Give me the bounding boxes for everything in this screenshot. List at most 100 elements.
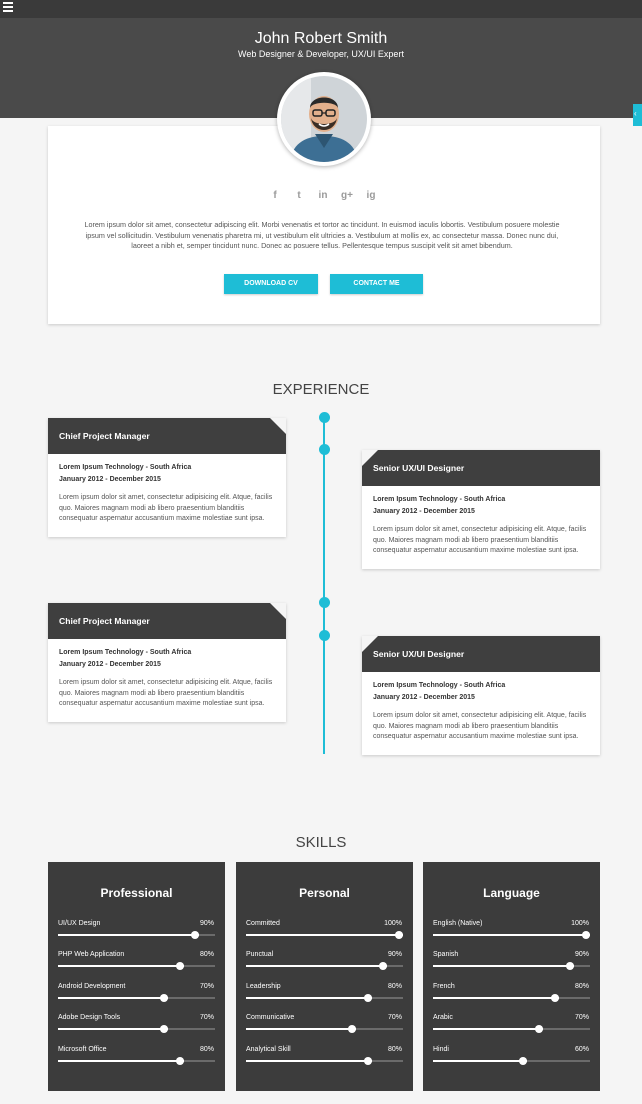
job-company: Lorem Ipsum Technology - South Africa bbox=[373, 682, 506, 689]
skill-slider-fill bbox=[433, 965, 575, 967]
twitter-icon[interactable]: t bbox=[292, 188, 306, 202]
job-company: Lorem Ipsum Technology - South Africa bbox=[59, 464, 192, 471]
contact-me-button[interactable]: CONTACT ME bbox=[330, 274, 423, 294]
skill-percent: 90% bbox=[387, 951, 402, 958]
job-dates: January 2012 - December 2015 bbox=[373, 508, 475, 515]
skill-row: Analytical Skill 80% bbox=[246, 1046, 403, 1066]
hamburger-menu-icon[interactable] bbox=[3, 2, 13, 12]
job-company: Lorem Ipsum Technology - South Africa bbox=[59, 649, 192, 656]
skill-card-language: Language English (Native) 100% Spanish 90% Fr… bbox=[423, 862, 600, 1091]
skill-card-personal: Personal Committed 100% Punctual 90% Leadersh… bbox=[236, 862, 413, 1091]
job-dates: January 2012 - December 2015 bbox=[59, 476, 161, 483]
skill-slider-knob[interactable] bbox=[395, 931, 403, 939]
skill-slider-knob[interactable] bbox=[175, 962, 184, 970]
skill-percent: 80% bbox=[387, 983, 402, 990]
skill-percent: 80% bbox=[387, 1046, 402, 1053]
google-plus-icon[interactable]: g+ bbox=[340, 188, 354, 202]
chevron-left-icon: ‹ bbox=[634, 109, 637, 118]
skill-name: Adobe Design Tools bbox=[58, 1014, 121, 1021]
skill-slider-knob[interactable] bbox=[363, 1057, 372, 1065]
skill-card-professional: Professional UI/UX Design 90% PHP Web Appli… bbox=[48, 862, 225, 1091]
job-title: Senior UX/UI Designer bbox=[362, 636, 600, 672]
skill-row: French 80% bbox=[433, 983, 590, 1003]
avatar bbox=[277, 72, 371, 166]
skill-row: Microsoft Office 80% bbox=[58, 1046, 215, 1066]
skill-row: English (Native) 100% bbox=[433, 920, 590, 940]
skill-slider-fill bbox=[246, 997, 372, 999]
skill-percent: 100% bbox=[384, 920, 402, 927]
skill-slider-knob[interactable] bbox=[582, 931, 590, 939]
skill-group-title: Personal bbox=[299, 886, 350, 900]
instagram-icon[interactable]: ig bbox=[364, 188, 378, 202]
skill-row: PHP Web Application 80% bbox=[58, 951, 215, 971]
skill-slider-fill bbox=[433, 934, 590, 936]
skill-slider-fill bbox=[246, 1060, 372, 1062]
skill-slider-track bbox=[58, 1025, 215, 1033]
skill-slider-fill bbox=[433, 1060, 528, 1062]
skill-slider-track bbox=[433, 1057, 590, 1065]
skill-percent: 100% bbox=[571, 920, 589, 927]
job-description: Lorem ipsum dolor sit amet, consectetur … bbox=[59, 494, 273, 523]
skill-row: Android Development 70% bbox=[58, 983, 215, 1003]
skill-slider-knob[interactable] bbox=[191, 931, 200, 939]
skill-slider-track bbox=[433, 962, 590, 970]
skill-group-title: Language bbox=[483, 886, 540, 900]
skill-slider-knob[interactable] bbox=[550, 994, 559, 1002]
skill-group-title: Professional bbox=[100, 886, 173, 900]
skill-slider-fill bbox=[246, 934, 403, 936]
skill-percent: 70% bbox=[199, 983, 214, 990]
skill-name: French bbox=[433, 983, 455, 990]
skill-name: Analytical Skill bbox=[246, 1046, 291, 1053]
skill-slider-fill bbox=[433, 1028, 543, 1030]
skill-row: Punctual 90% bbox=[246, 951, 403, 971]
skill-slider-fill bbox=[58, 965, 184, 967]
skill-slider-fill bbox=[58, 1060, 184, 1062]
skill-slider-fill bbox=[58, 997, 168, 999]
experience-card: Chief Project Manager Lorem Ipsum Techno… bbox=[48, 418, 286, 537]
timeline-line bbox=[323, 418, 325, 754]
skill-slider-knob[interactable] bbox=[347, 1025, 356, 1033]
skill-slider-track bbox=[433, 931, 590, 939]
skill-slider-knob[interactable] bbox=[175, 1057, 184, 1065]
skill-slider-fill bbox=[58, 934, 200, 936]
skill-name: Leadership bbox=[246, 983, 281, 990]
skill-percent: 90% bbox=[574, 951, 589, 958]
skill-slider-fill bbox=[246, 1028, 356, 1030]
linkedin-icon[interactable]: in bbox=[316, 188, 330, 202]
skill-slider-knob[interactable] bbox=[566, 962, 575, 970]
skill-percent: 90% bbox=[199, 920, 214, 927]
skills-heading: SKILLS bbox=[295, 834, 347, 851]
skill-percent: 70% bbox=[387, 1014, 402, 1021]
skill-slider-knob[interactable] bbox=[534, 1025, 543, 1033]
skill-row: Committed 100% bbox=[246, 920, 403, 940]
job-description: Lorem ipsum dolor sit amet, consectetur … bbox=[373, 526, 587, 555]
skill-slider-fill bbox=[58, 1028, 168, 1030]
skill-slider-track bbox=[58, 962, 215, 970]
job-dates: January 2012 - December 2015 bbox=[59, 661, 161, 668]
job-title: Chief Project Manager bbox=[48, 603, 286, 639]
skill-name: Hindi bbox=[433, 1046, 449, 1053]
job-company: Lorem Ipsum Technology - South Africa bbox=[373, 496, 506, 503]
skill-slider-knob[interactable] bbox=[519, 1057, 528, 1065]
experience-card: Senior UX/UI Designer Lorem Ipsum Techno… bbox=[362, 450, 600, 569]
download-cv-button[interactable]: DOWNLOAD CV bbox=[224, 274, 318, 294]
skill-name: PHP Web Application bbox=[58, 951, 125, 958]
skill-percent: 70% bbox=[574, 1014, 589, 1021]
skill-name: English (Native) bbox=[433, 920, 483, 927]
skill-slider-knob[interactable] bbox=[379, 962, 388, 970]
top-bar bbox=[0, 0, 642, 18]
skill-slider-knob[interactable] bbox=[159, 994, 168, 1002]
skill-percent: 80% bbox=[574, 983, 589, 990]
skill-row: Hindi 60% bbox=[433, 1046, 590, 1066]
side-panel-toggle[interactable]: ‹ bbox=[633, 104, 642, 126]
job-description: Lorem ipsum dolor sit amet, consectetur … bbox=[59, 679, 273, 708]
facebook-icon[interactable]: f bbox=[268, 188, 282, 202]
profile-name: John Robert Smith bbox=[254, 30, 388, 47]
experience-card: Chief Project Manager Lorem Ipsum Techno… bbox=[48, 603, 286, 722]
skill-slider-knob[interactable] bbox=[363, 994, 372, 1002]
skill-name: Punctual bbox=[246, 951, 274, 958]
skill-row: Adobe Design Tools 70% bbox=[58, 1014, 215, 1034]
skill-slider-track bbox=[433, 994, 590, 1002]
skill-slider-track bbox=[246, 931, 403, 939]
skill-slider-knob[interactable] bbox=[159, 1025, 168, 1033]
